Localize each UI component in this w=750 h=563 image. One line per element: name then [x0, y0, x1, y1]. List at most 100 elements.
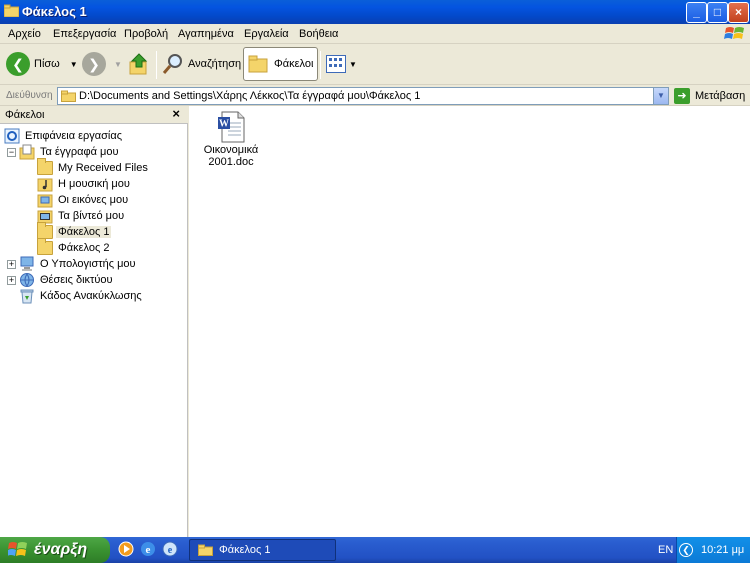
folders-pane-header: Φάκελοι ×: [0, 106, 188, 124]
tree-label: Κάδος Ανακύκλωσης: [40, 290, 142, 302]
tree-item-folder-1[interactable]: Φάκελος 1: [37, 222, 112, 240]
clock[interactable]: 10:21 μμ: [701, 544, 744, 556]
folder-icon: [198, 544, 213, 556]
address-path: D:\Documents and Settings\Χάρης Λέκκος\Τ…: [79, 90, 421, 102]
address-bar: Διεύθυνση D:\Documents and Settings\Χάρη…: [0, 86, 750, 106]
tree-item-network-places[interactable]: Θέσεις δικτύου: [19, 272, 115, 288]
toolbar: ❮ Πίσω ▼ ❯ ▼ Αναζήτηση Φάκελοι ▼: [0, 45, 750, 85]
folder-icon: [61, 90, 76, 105]
menu-bar: Αρχείο Επεξεργασία Προβολή Αγαπημένα Εργ…: [0, 24, 750, 44]
tree-label: Επιφάνεια εργασίας: [25, 130, 123, 142]
close-button[interactable]: ×: [728, 2, 749, 23]
explorer-window: Φάκελος 1 _ □ × Αρχείο Επεξεργασία Προβο…: [0, 0, 750, 537]
title-bar[interactable]: Φάκελος 1 _ □ ×: [0, 0, 750, 24]
system-tray: ❮ 10:21 μμ: [676, 537, 750, 563]
views-button[interactable]: ▼: [326, 47, 357, 81]
chevron-down-icon[interactable]: ▼: [114, 60, 122, 69]
word-document-icon: W: [218, 111, 245, 143]
go-arrow-icon: ➜: [674, 88, 690, 104]
svg-text:e: e: [168, 545, 173, 556]
tree-item-my-computer[interactable]: Ο Υπολογιστής μου: [19, 256, 138, 272]
menu-view[interactable]: Προβολή: [124, 28, 168, 40]
back-button[interactable]: ❮ Πίσω ▼: [6, 47, 78, 81]
taskbar-window-button[interactable]: Φάκελος 1: [189, 539, 336, 561]
back-label: Πίσω: [34, 58, 60, 70]
search-icon: [162, 54, 182, 74]
chevron-down-icon[interactable]: ▼: [70, 60, 78, 69]
network-icon: [20, 273, 34, 287]
menu-favorites[interactable]: Αγαπημένα: [178, 28, 234, 40]
collapse-toggle[interactable]: −: [7, 148, 16, 157]
menu-help[interactable]: Βοήθεια: [299, 28, 338, 40]
minimize-button[interactable]: _: [686, 2, 707, 23]
folder-up-icon: [129, 53, 148, 75]
svg-text:e: e: [146, 544, 151, 556]
media-player-icon[interactable]: [118, 541, 134, 557]
folders-pane: Φάκελοι × Επιφάνεια εργασίας − Τα έγγραφ…: [0, 106, 188, 537]
address-input[interactable]: D:\Documents and Settings\Χάρης Λέκκος\Τ…: [57, 87, 669, 105]
open-folder-icon: [37, 222, 53, 239]
tree-label: Η μουσική μου: [58, 178, 130, 190]
folder-icon: [248, 55, 268, 73]
back-arrow-icon: ❮: [6, 52, 30, 76]
file-name: Οικονομικά 2001.doc: [203, 144, 259, 168]
chevron-left-icon[interactable]: ❮: [679, 543, 693, 557]
svg-text:W: W: [219, 119, 229, 130]
search-button[interactable]: Αναζήτηση: [162, 47, 241, 81]
internet-explorer-icon[interactable]: e: [140, 541, 156, 557]
tree-label: Τα έγγραφά μου: [40, 146, 119, 158]
windows-logo-icon: [724, 27, 744, 39]
desktop-icon: [4, 128, 20, 144]
pictures-folder-icon: [37, 194, 53, 208]
start-label: έναρξη: [34, 541, 88, 558]
tree-item-my-received-files[interactable]: My Received Files: [37, 158, 150, 176]
tree-item-recycle-bin[interactable]: Κάδος Ανακύκλωσης: [19, 288, 144, 304]
computer-icon: [20, 256, 34, 271]
start-button[interactable]: έναρξη: [0, 537, 110, 563]
views-grid-icon: [326, 55, 346, 73]
tree-label: Τα βίντεό μου: [58, 210, 125, 222]
go-label: Μετάβαση: [695, 90, 746, 102]
expand-toggle[interactable]: +: [7, 276, 16, 285]
taskbar: έναρξη e e Φάκελος 1 EN ❮ 10:21 μμ: [0, 537, 750, 563]
tree-item-desktop[interactable]: Επιφάνεια εργασίας: [4, 128, 124, 144]
tree-label: My Received Files: [58, 162, 148, 174]
folders-pane-title: Φάκελοι: [5, 109, 45, 121]
folder-icon: [4, 4, 19, 17]
menu-edit[interactable]: Επεξεργασία: [53, 28, 116, 40]
expand-toggle[interactable]: +: [7, 260, 16, 269]
outlook-express-icon[interactable]: e: [162, 541, 178, 557]
forward-arrow-icon: ❯: [82, 52, 106, 76]
chevron-down-icon[interactable]: ▼: [349, 60, 357, 69]
window-title: Φάκελος 1: [22, 4, 87, 19]
menu-tools[interactable]: Εργαλεία: [244, 28, 289, 40]
folders-label: Φάκελοι: [274, 58, 314, 70]
go-button[interactable]: ➜ Μετάβαση: [674, 87, 745, 105]
up-button[interactable]: [128, 47, 150, 81]
tree-item-my-documents[interactable]: Τα έγγραφά μου: [19, 144, 120, 160]
music-folder-icon: [37, 178, 53, 192]
tree-item-my-videos[interactable]: Τα βίντεό μου: [37, 208, 126, 224]
recycle-bin-icon: [20, 289, 34, 304]
tree-item-folder-2[interactable]: Φάκελος 2: [37, 238, 111, 256]
file-list-area[interactable]: W Οικονομικά 2001.doc: [189, 106, 750, 537]
tree-item-my-music[interactable]: Η μουσική μου: [37, 176, 132, 192]
folder-icon: [37, 238, 53, 255]
folders-pane-close-button[interactable]: ×: [172, 106, 180, 121]
tree-label: Θέσεις δικτύου: [40, 274, 113, 286]
tree-label: Οι εικόνες μου: [58, 194, 129, 206]
language-indicator[interactable]: EN: [658, 544, 673, 556]
forward-button[interactable]: ❯ ▼: [82, 47, 122, 81]
address-dropdown-button[interactable]: ▼: [653, 88, 668, 104]
maximize-button[interactable]: □: [707, 2, 728, 23]
tree-label: Φάκελος 2: [58, 242, 110, 254]
my-documents-icon: [19, 144, 35, 160]
folders-button[interactable]: Φάκελοι: [243, 47, 319, 81]
address-label: Διεύθυνση: [6, 90, 53, 101]
file-item[interactable]: W Οικονομικά 2001.doc: [189, 106, 273, 176]
tree-label: Ο Υπολογιστής μου: [40, 258, 136, 270]
menu-file[interactable]: Αρχείο: [8, 28, 41, 40]
tree-item-my-pictures[interactable]: Οι εικόνες μου: [37, 192, 130, 208]
tree-label: Φάκελος 1: [56, 226, 112, 238]
taskbar-window-label: Φάκελος 1: [219, 544, 271, 556]
